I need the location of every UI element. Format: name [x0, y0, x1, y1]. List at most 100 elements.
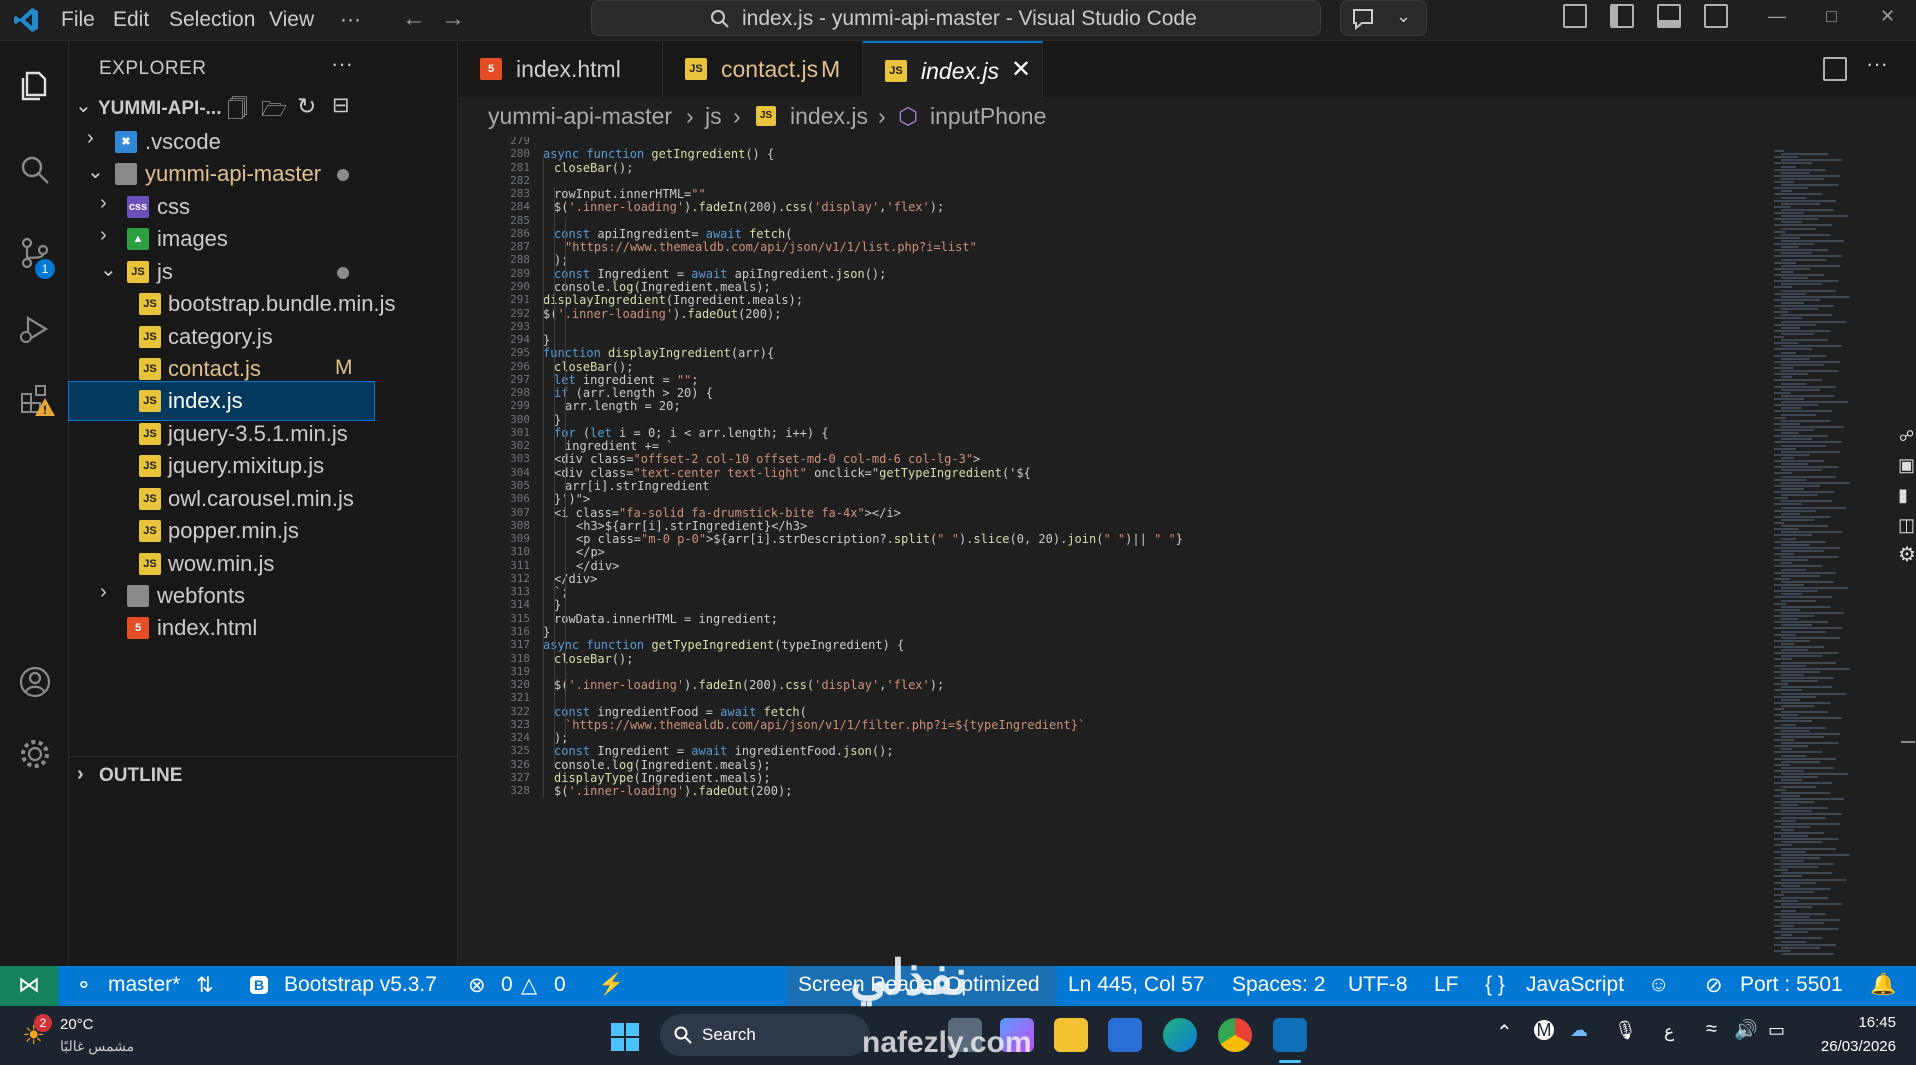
customize-layout-icon[interactable]	[1563, 4, 1587, 28]
minimap-line	[1774, 546, 1840, 549]
edge-browser-icon[interactable]	[1163, 1018, 1197, 1052]
gear-icon[interactable]	[18, 737, 52, 771]
clock-date[interactable]: 26/03/2026	[1796, 1038, 1896, 1055]
minimap[interactable]	[1772, 150, 1897, 960]
taskbar-search[interactable]: Search	[660, 1014, 870, 1056]
error-count[interactable]: 0	[501, 973, 513, 997]
file-explorer-icon[interactable]	[1054, 1018, 1088, 1052]
chevron-up-icon[interactable]: ⌃	[1496, 1020, 1513, 1045]
chrome-icon[interactable]	[1218, 1018, 1252, 1052]
outline-section[interactable]: › OUTLINE	[69, 756, 457, 793]
menu-file[interactable]: File	[61, 8, 95, 32]
vscode-logo-icon[interactable]	[12, 6, 40, 34]
microsoft-store-icon[interactable]	[1108, 1018, 1142, 1052]
menu-more[interactable]: ···	[340, 8, 361, 32]
minimap-line	[1774, 664, 1806, 667]
breadcrumb-root[interactable]: yummi-api-master	[488, 103, 672, 130]
language-mode[interactable]: JavaScript	[1526, 973, 1624, 997]
toggle-panel-icon[interactable]	[1657, 4, 1681, 28]
wifi-icon[interactable]: ≈	[1706, 1018, 1717, 1041]
cursor-position[interactable]: Ln 445, Col 57	[1068, 973, 1205, 997]
gear-icon[interactable]: ⚙	[1898, 542, 1916, 567]
workspace-root[interactable]: ⌄ YUMMI-API-... 🗍 🗁 ↻ ⊟	[69, 89, 457, 127]
link-icon[interactable]: ☍	[1899, 427, 1914, 445]
minimap-line	[1781, 463, 1808, 466]
minimap-line	[1781, 897, 1828, 900]
search-icon	[711, 10, 729, 28]
toggle-primary-sidebar-icon[interactable]	[1610, 4, 1634, 28]
css-folder-icon: css	[127, 196, 149, 218]
menu-selection[interactable]: Selection	[169, 8, 255, 32]
sync-icon[interactable]: ⇅	[196, 973, 214, 998]
menu-view[interactable]: View	[269, 8, 314, 32]
folder-icon	[127, 585, 149, 607]
lightning-icon[interactable]: ⚡	[598, 973, 624, 997]
breadcrumb-symbol[interactable]: inputPhone	[930, 103, 1046, 130]
copilot-icon[interactable]: ☺	[1648, 973, 1669, 997]
search-icon[interactable]	[18, 153, 52, 187]
forward-arrow-icon[interactable]: →	[441, 5, 465, 33]
vscode-taskbar-icon[interactable]	[1273, 1018, 1307, 1052]
collapse-all-icon[interactable]: ⊟	[332, 93, 350, 118]
branch-status[interactable]: master*	[108, 973, 180, 997]
minimap-line	[1781, 760, 1820, 763]
cloud-icon[interactable]: ☁	[1570, 1020, 1588, 1041]
close-icon[interactable]: ✕	[1880, 6, 1895, 27]
clock-time[interactable]: 16:45	[1826, 1014, 1896, 1031]
refresh-icon[interactable]: ↻	[297, 93, 316, 120]
js-file-icon: JS	[139, 520, 161, 542]
tab-contact-js[interactable]: JS contact.js M	[663, 41, 863, 97]
more-actions-icon[interactable]: ···	[331, 51, 353, 77]
more-actions-icon[interactable]: ···	[1866, 51, 1888, 77]
workspace-root-label: YUMMI-API-...	[98, 98, 222, 119]
js-file-icon: JS	[139, 553, 161, 575]
toggle-secondary-sidebar-icon[interactable]	[1704, 4, 1728, 28]
input-language[interactable]: ع	[1664, 1022, 1674, 1042]
indentation[interactable]: Spaces: 2	[1232, 973, 1325, 997]
speaker-icon[interactable]: 🔊	[1734, 1018, 1758, 1042]
menu-edit[interactable]: Edit	[113, 8, 149, 32]
minimap-line	[1774, 522, 1784, 524]
windows-start-icon[interactable]	[610, 1022, 640, 1052]
copilot-button[interactable]: ⌄	[1340, 0, 1427, 36]
minimap-line	[1781, 804, 1798, 807]
remote-indicator[interactable]: ⋈	[0, 966, 58, 1006]
app-tray-icon[interactable]: M	[1534, 1020, 1554, 1040]
vscode-folder-icon: ✖	[115, 131, 137, 153]
back-arrow-icon[interactable]: ←	[402, 5, 426, 33]
warning-count[interactable]: 0	[554, 973, 566, 997]
run-debug-icon[interactable]	[18, 312, 52, 346]
indent-guide	[543, 157, 544, 797]
end-of-line[interactable]: LF	[1434, 973, 1459, 997]
breadcrumb-file[interactable]: index.js	[790, 103, 868, 130]
minimap-line	[1781, 599, 1816, 602]
tree-item-index-html[interactable]: 5 index.html	[69, 609, 457, 647]
weather-temp[interactable]: 20°C	[60, 1016, 94, 1033]
copilot-chat-icon	[1353, 9, 1373, 31]
tab-index-html[interactable]: 5 index.html	[458, 41, 663, 97]
video-icon[interactable]: ▮	[1898, 485, 1908, 506]
code-editor[interactable]: 279 280 async function getIngredient() {28…	[458, 137, 1768, 965]
minimize-icon[interactable]: —	[1768, 6, 1786, 27]
tab-index-js[interactable]: JS index.js ✕	[863, 41, 1043, 97]
bell-icon[interactable]: 🔔	[1870, 973, 1896, 997]
microphone-icon[interactable]: 🎙	[1614, 1020, 1637, 1041]
camera-icon[interactable]: ▣	[1898, 455, 1915, 476]
maximize-icon[interactable]: □	[1826, 6, 1837, 27]
battery-icon[interactable]: ▭	[1768, 1020, 1785, 1041]
editor-scrollbar[interactable]: ☍ ▣ ▮ ◫ ⚙	[1898, 137, 1916, 965]
encoding[interactable]: UTF-8	[1348, 973, 1408, 997]
close-icon[interactable]: ✕	[1011, 55, 1031, 84]
bootstrap-version[interactable]: Bootstrap v5.3.7	[284, 973, 437, 997]
minimap-line	[1774, 788, 1786, 791]
minimap-line	[1774, 608, 1800, 611]
window-icon[interactable]: ◫	[1898, 515, 1915, 536]
split-editor-icon[interactable]	[1823, 57, 1847, 81]
command-center[interactable]: index.js - yummi-api-master - Visual Stu…	[591, 0, 1321, 36]
explorer-icon[interactable]	[18, 69, 52, 103]
minimap-line	[1781, 264, 1840, 267]
minimap-line	[1774, 770, 1804, 772]
live-server-port[interactable]: Port : 5501	[1740, 973, 1843, 997]
accounts-icon[interactable]	[18, 665, 52, 699]
breadcrumb-folder[interactable]: js	[705, 103, 722, 130]
